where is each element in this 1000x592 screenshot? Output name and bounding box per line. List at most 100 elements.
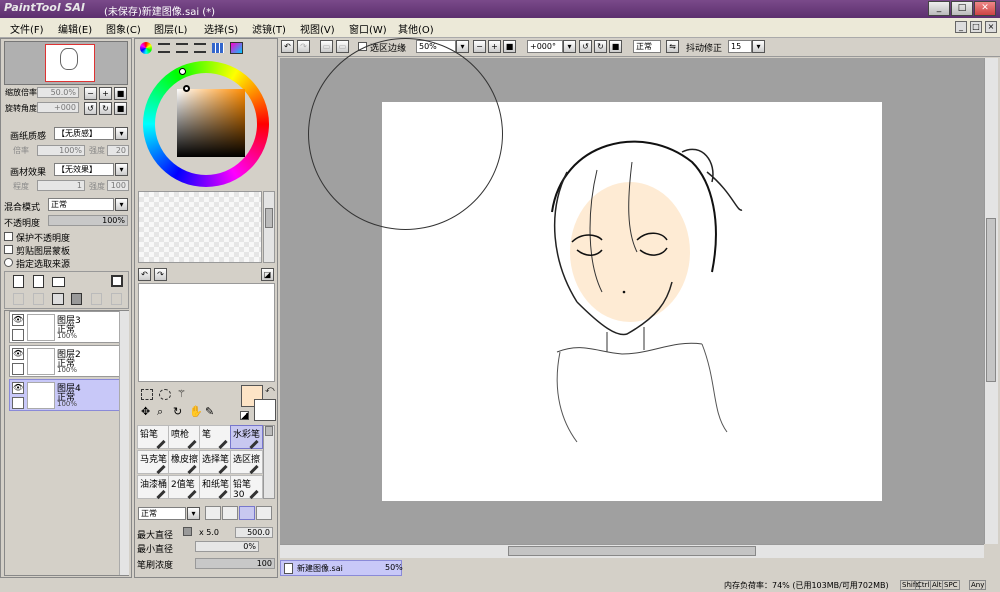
- gradient-slider-icon[interactable]: [194, 43, 206, 53]
- chevron-down-icon[interactable]: ▾: [752, 40, 765, 53]
- brush-shape-flat-icon[interactable]: [256, 506, 272, 520]
- brush-mode-select[interactable]: 正常: [138, 507, 186, 520]
- brush-tool[interactable]: 2值笔: [168, 475, 201, 500]
- hsv-slider-icon[interactable]: [176, 43, 188, 53]
- deselect-icon[interactable]: ▭: [320, 40, 333, 53]
- zoom-icon[interactable]: ⌕: [157, 405, 169, 418]
- max-size-slider[interactable]: 500.0: [235, 527, 273, 538]
- max-size-multiplier[interactable]: x 5.0: [199, 528, 219, 537]
- scratch-area[interactable]: [138, 283, 275, 382]
- close-button[interactable]: ✕: [974, 1, 996, 16]
- palette-scrollbar[interactable]: [263, 191, 275, 263]
- menu-edit[interactable]: 编辑(E): [58, 21, 92, 36]
- minimize-button[interactable]: _: [928, 1, 950, 16]
- layer-scrollbar[interactable]: [119, 311, 129, 575]
- menu-window[interactable]: 窗口(W): [349, 21, 387, 36]
- eyedropper-icon[interactable]: ✎: [205, 405, 217, 418]
- secondary-color-swatch[interactable]: [254, 399, 276, 421]
- chevron-down-icon[interactable]: ▾: [563, 40, 576, 53]
- rect-select-icon[interactable]: [141, 389, 153, 400]
- brush-tool[interactable]: 和纸笔: [199, 475, 232, 500]
- mdi-minimize-button[interactable]: _: [955, 21, 967, 33]
- brush-grid-scrollbar[interactable]: [263, 425, 275, 499]
- vertical-scrollbar[interactable]: [984, 58, 998, 544]
- brush-tool[interactable]: 选区擦: [230, 450, 263, 475]
- swap-colors-icon[interactable]: ⤺: [265, 385, 275, 395]
- hue-ring[interactable]: [143, 61, 269, 187]
- navigator-preview[interactable]: [4, 41, 128, 85]
- stabilizer-select[interactable]: 15: [728, 40, 752, 53]
- chevron-down-icon[interactable]: ▾: [456, 40, 469, 53]
- horizontal-scrollbar[interactable]: [280, 544, 984, 558]
- merge-down-icon[interactable]: [33, 293, 44, 305]
- menu-view[interactable]: 视图(V): [300, 21, 335, 36]
- chevron-down-icon[interactable]: ▾: [115, 163, 128, 176]
- brush-tool[interactable]: 水彩笔: [230, 425, 263, 450]
- mdi-restore-button[interactable]: □: [970, 21, 982, 33]
- rgb-slider-icon[interactable]: [158, 43, 170, 53]
- new-folder-icon[interactable]: [52, 277, 65, 287]
- brush-tool[interactable]: 橡皮擦: [168, 450, 201, 475]
- magic-wand-icon[interactable]: ⚚: [177, 389, 189, 400]
- brush-tool[interactable]: 笔: [199, 425, 232, 450]
- redo-icon[interactable]: ↷: [297, 40, 310, 53]
- rotate-right-button[interactable]: ↻: [99, 102, 112, 115]
- hue-cursor[interactable]: [179, 68, 186, 75]
- rotate-slider[interactable]: +000: [37, 102, 79, 113]
- layer-item[interactable]: 👁 图层3 正常 100%: [9, 311, 120, 343]
- effect-strength-slider[interactable]: 100: [107, 180, 129, 191]
- undo-icon[interactable]: ↶: [281, 40, 294, 53]
- menu-layer[interactable]: 图层(L): [154, 21, 187, 36]
- brush-tool[interactable]: 铅笔: [137, 425, 170, 450]
- pen-icon[interactable]: [12, 397, 24, 409]
- invert-selection-icon[interactable]: ▭: [336, 40, 349, 53]
- zoom-reset-button[interactable]: ■: [503, 40, 516, 53]
- layer-lock-checkbox[interactable]: [12, 329, 24, 341]
- paper-effect-select[interactable]: 【无效果】: [54, 163, 114, 176]
- default-colors-icon[interactable]: [240, 411, 249, 420]
- view-mode-select[interactable]: 正常: [633, 40, 661, 53]
- rotate-right-button[interactable]: ↻: [594, 40, 607, 53]
- lasso-icon[interactable]: [159, 389, 171, 400]
- size-lock-checkbox[interactable]: [183, 527, 192, 536]
- menu-other[interactable]: 其他(O): [398, 21, 434, 36]
- layer-lock-checkbox[interactable]: [12, 363, 24, 375]
- rotate-left-button[interactable]: ↺: [84, 102, 97, 115]
- zoom-reset-button[interactable]: ■: [114, 87, 127, 100]
- trash-icon[interactable]: [71, 293, 82, 305]
- brush-tool[interactable]: 铅笔30: [230, 475, 263, 500]
- clear-layer-icon[interactable]: [52, 293, 64, 305]
- chevron-down-icon[interactable]: ▾: [115, 127, 128, 140]
- brush-tool[interactable]: 马克笔: [137, 450, 170, 475]
- paper-strength-slider[interactable]: 20: [107, 145, 129, 156]
- chevron-down-icon[interactable]: ▾: [115, 198, 128, 211]
- zoom-in-button[interactable]: +: [99, 87, 112, 100]
- mask-icon[interactable]: [111, 275, 123, 287]
- color-wheel-icon[interactable]: [140, 42, 152, 54]
- move-icon[interactable]: ✥: [141, 405, 153, 418]
- sv-cursor[interactable]: [183, 85, 190, 92]
- paper-scale-slider[interactable]: 100%: [37, 145, 85, 156]
- flip-icon[interactable]: ⇋: [666, 40, 679, 53]
- angle-select[interactable]: +000°: [527, 40, 563, 53]
- zoom-out-button[interactable]: −: [84, 87, 97, 100]
- zoom-slider[interactable]: 50.0%: [37, 87, 79, 98]
- eye-icon[interactable]: 👁: [12, 348, 24, 360]
- resize-icon[interactable]: ◪: [261, 268, 274, 281]
- scratchpad-icon[interactable]: [230, 42, 243, 54]
- layer-item[interactable]: 👁 图层2 正常 100%: [9, 345, 120, 377]
- effect-degree-slider[interactable]: 1: [37, 180, 85, 191]
- canvas-area[interactable]: [280, 38, 984, 544]
- selection-source-radio[interactable]: [4, 258, 13, 267]
- rotate-reset-button[interactable]: ■: [609, 40, 622, 53]
- rotate-left-button[interactable]: ↺: [579, 40, 592, 53]
- brush-tool[interactable]: 选择笔: [199, 450, 232, 475]
- min-size-slider[interactable]: 0%: [195, 541, 259, 552]
- brush-tool[interactable]: 喷枪: [168, 425, 201, 450]
- clipping-mask-checkbox[interactable]: [4, 245, 13, 254]
- brush-tool[interactable]: 油漆桶: [137, 475, 170, 500]
- layer-item-selected[interactable]: 👁 图层4 正常 100%: [9, 379, 120, 411]
- mdi-close-button[interactable]: ×: [985, 21, 997, 33]
- zoom-out-button[interactable]: −: [473, 40, 486, 53]
- preserve-opacity-checkbox[interactable]: [4, 232, 13, 241]
